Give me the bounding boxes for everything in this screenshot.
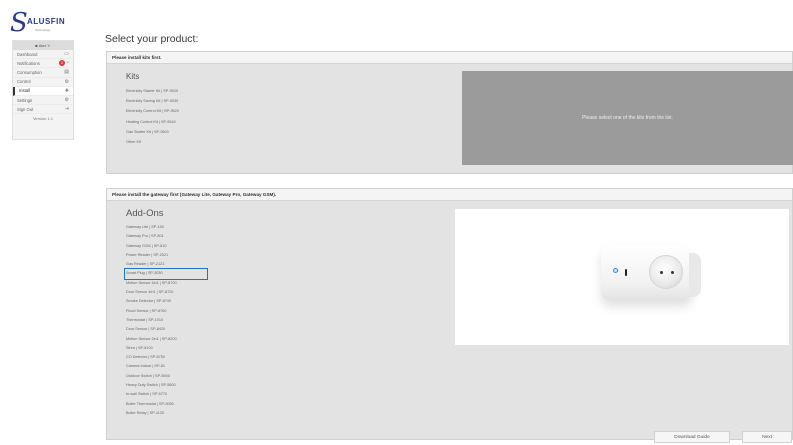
page-title: Select your product: xyxy=(105,33,199,45)
sidebar-item-glyph: ✚ xyxy=(64,87,69,94)
sidebar-item-glyph: ⇥ xyxy=(64,106,69,113)
product-image xyxy=(455,209,789,345)
socket-hole-left xyxy=(660,271,663,274)
addons-panel-header: Please install the gateway first (Gatewa… xyxy=(107,189,792,201)
sidebar-item-consumption[interactable]: Consumption ▤ xyxy=(13,68,73,78)
sidebar-item-label: Control xyxy=(17,79,31,85)
download-guide-button[interactable]: Download Guide xyxy=(654,431,730,443)
next-button[interactable]: Next xyxy=(742,431,792,443)
kits-list-title: Kits xyxy=(126,72,140,81)
sidebar-item-label: Settings xyxy=(17,97,33,103)
plus-icon: ✚ xyxy=(65,88,69,94)
sidebar-item-glyph: ⚙ xyxy=(64,78,69,85)
kit-list-item[interactable]: Electricity Control Kit | SP-9520 xyxy=(126,106,179,116)
sidebar-user-header[interactable]: ■ Alex Y. xyxy=(13,41,73,50)
kit-list-item[interactable]: Gas Starter Kit | SP-9500 xyxy=(126,127,179,137)
logo: S ALUSFIN Technology xyxy=(10,8,80,38)
sidebar-item-glyph: ▭ xyxy=(64,51,69,58)
logo-initial: S xyxy=(10,8,28,38)
sidebar-item-label: Notifications xyxy=(17,60,40,66)
addon-list-item[interactable]: Boiler Relay | SP-1120 xyxy=(125,409,207,418)
dashboard-icon: ▭ xyxy=(64,51,69,57)
logo-tagline: Technology xyxy=(35,28,51,32)
sidebar-item-label: Install xyxy=(19,88,30,94)
version-label: Version 1.1 xyxy=(32,116,53,122)
addon-list-item[interactable]: Camera Indoor | SP-81 xyxy=(125,362,207,371)
addon-list-item[interactable]: In-wall Switch | SP-5770 xyxy=(125,390,207,399)
notification-badge: 2 xyxy=(58,60,65,67)
sidebar-item-dashboard[interactable]: Dashboard ▭ xyxy=(13,50,73,60)
addon-list-item[interactable]: Gateway Lite | SP-100 xyxy=(125,223,207,232)
chart-icon: ▤ xyxy=(64,69,69,75)
addon-list-item[interactable]: Heavy Duty Switch | SP-5800 xyxy=(125,381,207,390)
addons-list-title: Add-Ons xyxy=(126,208,164,219)
kit-list-item[interactable]: Electricity Starter Kit | SP-9020 xyxy=(126,86,179,96)
addons-list: Gateway Lite | SP-100 Gateway Pro | SP-80… xyxy=(124,223,208,418)
sidebar-items: Dashboard ▭ Notifications 2 ◔ Consumption ▤ Con… xyxy=(13,50,73,115)
addon-list-item[interactable]: Gas Reader | SP-2121 xyxy=(125,260,207,269)
socket-hole-right xyxy=(671,271,674,274)
sidebar-item-glyph: ▤ xyxy=(64,69,69,76)
addon-list-item[interactable]: CO Detector | SP-8750 xyxy=(125,353,207,362)
addon-list-item[interactable]: Motion Sensor 4in1 | SP-8700 xyxy=(125,279,207,288)
sidebar: ■ Alex Y. Dashboard ▭ Notifications 2 ◔ Consu… xyxy=(12,40,74,140)
kits-list: Electricity Starter Kit | SP-9020 Electri… xyxy=(126,86,179,147)
button-icon xyxy=(625,269,627,276)
smart-plug-illustration xyxy=(601,245,701,301)
sidebar-item-label: Dashboard xyxy=(17,51,38,57)
sidebar-item-glyph: ◔ xyxy=(65,60,69,67)
addon-list-item[interactable]: Door Sensor 4in1 | SP-8720 xyxy=(125,288,207,297)
kit-list-item[interactable]: Heating Control Kit | SP-9540 xyxy=(126,117,179,127)
addon-list-item[interactable]: Door Sensor | SP-8420 xyxy=(125,325,207,334)
settings-icon: ⚙ xyxy=(65,79,69,85)
kits-panel: Please install kits first. Kits Electric… xyxy=(106,51,793,174)
logo-text: ALUSFIN xyxy=(27,17,66,26)
addon-list-item[interactable]: Outdoor Switch | SP-5500 xyxy=(125,372,207,381)
sidebar-item-settings[interactable]: Settings ⚙ xyxy=(13,96,73,106)
sidebar-item-glyph: ⚙ xyxy=(64,97,69,104)
logout-icon: ⇥ xyxy=(65,106,69,112)
kit-list-item[interactable]: Electricity Saving Kit | SP-9030 xyxy=(126,96,179,106)
sidebar-item-label: Sign Out xyxy=(17,106,34,112)
addon-list-item[interactable]: Gateway Pro | SP-801 xyxy=(125,232,207,241)
gear-icon: ⚙ xyxy=(65,97,69,103)
sidebar-item-install[interactable]: Install ✚ xyxy=(13,86,73,96)
addon-list-item[interactable]: Smart Plug | SP-3030 xyxy=(124,268,208,280)
plug-side xyxy=(689,253,701,297)
sidebar-item-label: Consumption xyxy=(17,69,42,75)
addon-list-item[interactable]: Flood Sensor | SP-8760 xyxy=(125,307,207,316)
addon-list-item[interactable]: Boiler Thermostat | SP-9050 xyxy=(125,400,207,409)
sidebar-item-control[interactable]: Control ⚙ xyxy=(13,78,73,87)
addon-list-item[interactable]: Thermostat | SP-1010 xyxy=(125,316,207,325)
addon-list-item[interactable]: Siren | SP-8100 xyxy=(125,344,207,353)
addon-list-item[interactable]: Motion Sensor 2in1 | SP-8200 xyxy=(125,335,207,344)
socket-icon xyxy=(649,255,683,289)
addon-list-item[interactable]: Smoke Detector | SP-8740 xyxy=(125,297,207,306)
addons-panel: Please install the gateway first (Gatewa… xyxy=(106,188,793,440)
led-icon xyxy=(613,268,618,273)
kits-placeholder: Please select one of the kits from the l… xyxy=(462,71,793,165)
kits-panel-header: Please install kits first. xyxy=(107,52,792,64)
addon-list-item[interactable]: Gateway GSM | SP-810 xyxy=(125,242,207,251)
sidebar-item-sign-out[interactable]: Sign Out ⇥ xyxy=(13,105,73,115)
kit-list-item[interactable]: Other Kit xyxy=(126,137,179,147)
addon-list-item[interactable]: Power Reader | SP-2021 xyxy=(125,251,207,260)
bell-icon: 2 ◔ xyxy=(58,60,69,67)
sidebar-item-notifications[interactable]: Notifications 2 ◔ xyxy=(13,59,73,69)
kits-placeholder-text: Please select one of the kits from the l… xyxy=(582,115,673,121)
